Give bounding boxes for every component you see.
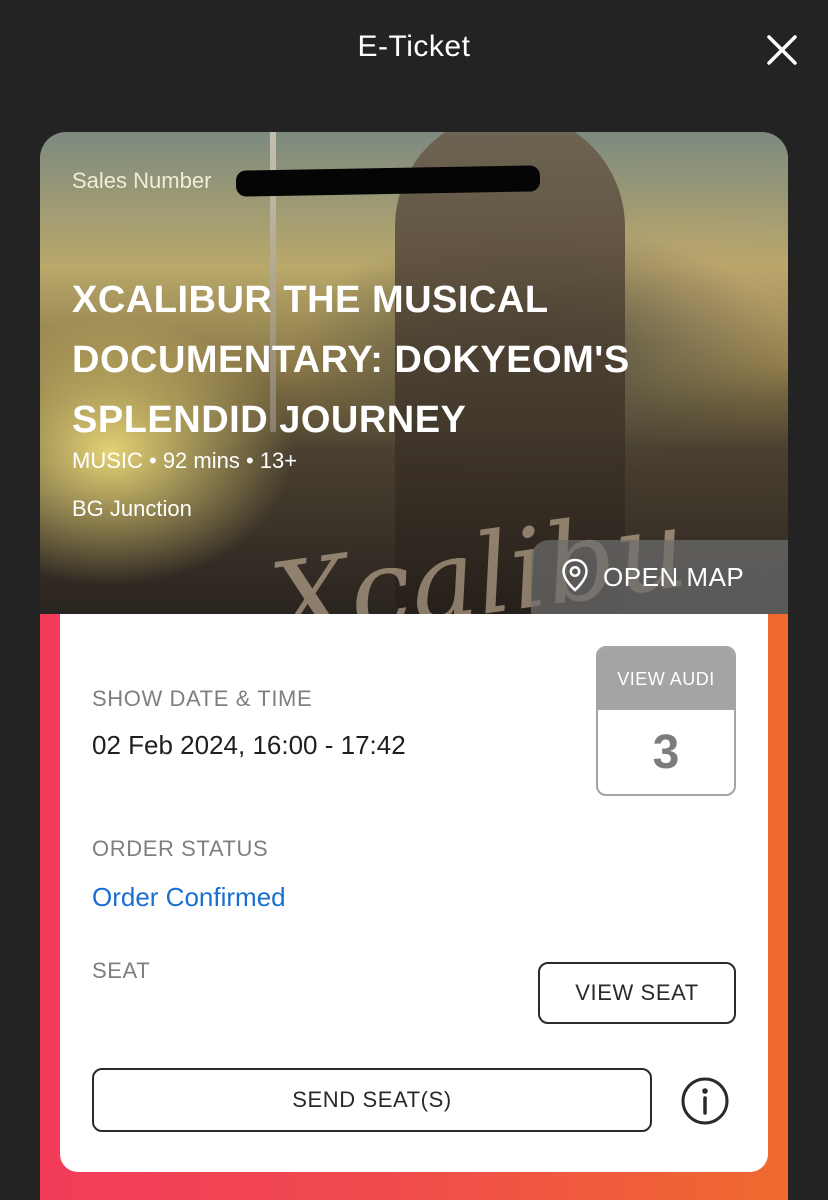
- info-icon[interactable]: [680, 1076, 730, 1126]
- ticket-details-card: SHOW DATE & TIME 02 Feb 2024, 16:00 - 17…: [60, 614, 768, 1172]
- page-title: E-Ticket: [357, 30, 471, 63]
- sales-number-label: Sales Number: [72, 168, 212, 193]
- venue-name: BG Junction: [72, 496, 192, 521]
- top-bar: E-Ticket: [0, 0, 828, 100]
- order-status-label: ORDER STATUS: [92, 836, 269, 861]
- movie-title: XCALIBUR THE MUSICAL DOCUMENTARY: DOKYEO…: [72, 279, 630, 441]
- send-seats-button[interactable]: SEND SEAT(S): [92, 1068, 652, 1132]
- order-status-value: Order Confirmed: [92, 882, 286, 912]
- seat-label: SEAT: [92, 958, 151, 983]
- ticket-frame: SHOW DATE & TIME 02 Feb 2024, 16:00 - 17…: [40, 614, 788, 1200]
- open-map-button[interactable]: OPEN MAP: [531, 540, 788, 614]
- redacted-sales-number: [235, 165, 541, 197]
- view-seat-button[interactable]: VIEW SEAT: [538, 962, 736, 1024]
- audi-number: 3: [652, 725, 680, 779]
- show-datetime-label: SHOW DATE & TIME: [92, 686, 313, 711]
- view-audi-button[interactable]: VIEW AUDI 3: [596, 646, 736, 796]
- map-pin-icon: [561, 558, 589, 597]
- show-datetime-value: 02 Feb 2024, 16:00 - 17:42: [92, 730, 406, 760]
- view-audi-label: VIEW AUDI: [598, 648, 734, 710]
- open-map-label: OPEN MAP: [603, 561, 745, 592]
- close-icon[interactable]: [764, 32, 800, 68]
- movie-meta: MUSIC • 92 mins • 13+: [72, 448, 298, 473]
- movie-poster-banner: Xcalibu Sales Number XCALIBUR THE MUSICA…: [40, 132, 788, 614]
